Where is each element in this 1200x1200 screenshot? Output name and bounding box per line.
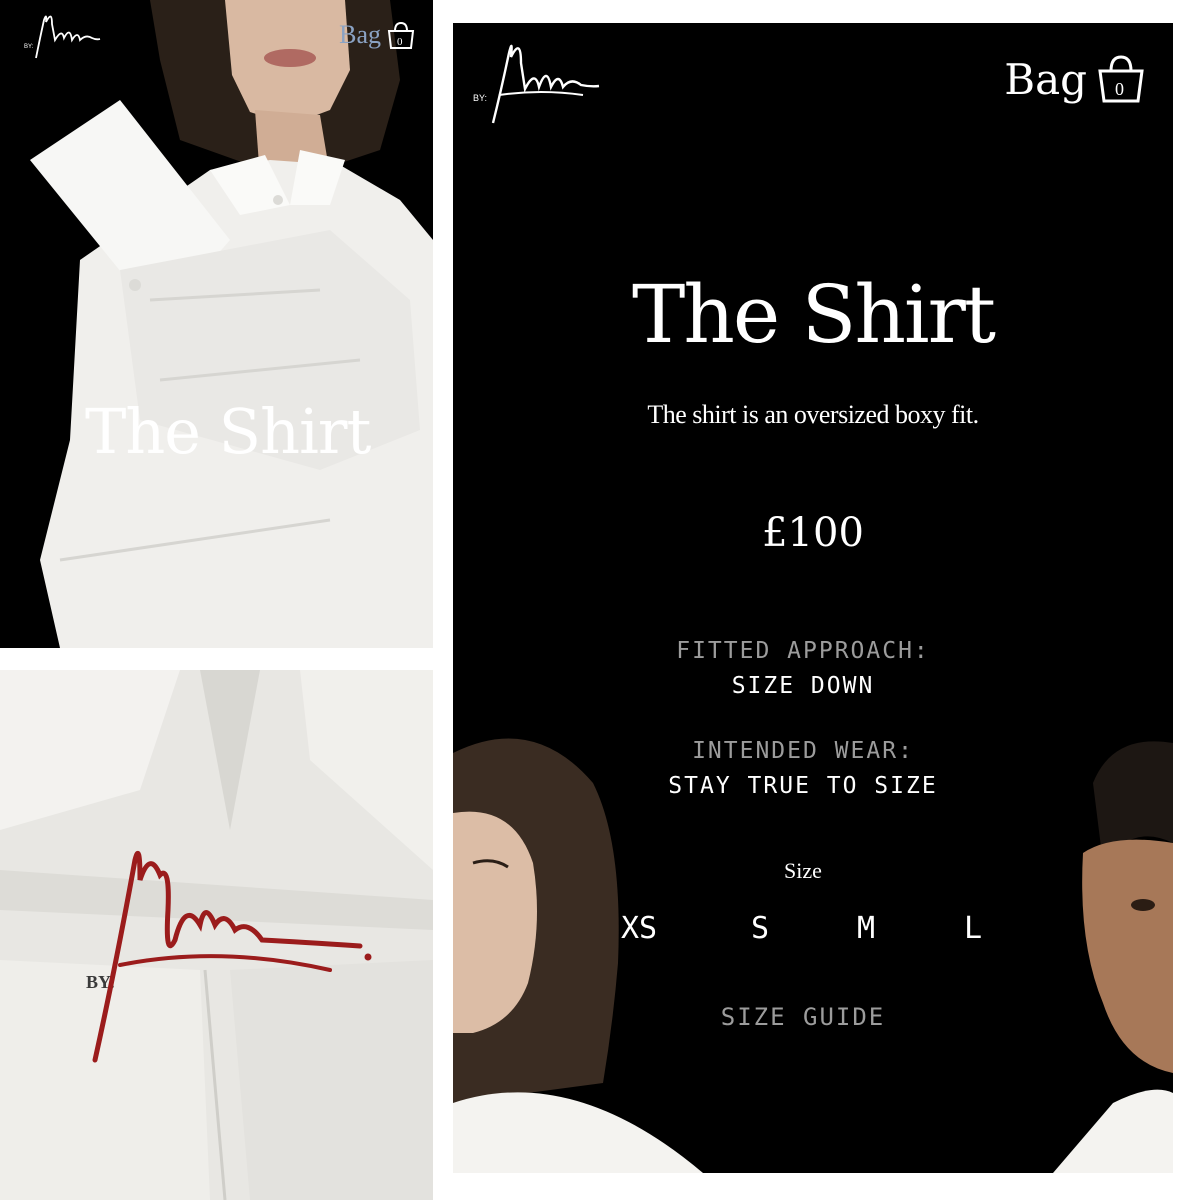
- bag-label: Bag: [1004, 54, 1087, 104]
- fitted-approach-label: FITTED APPROACH:: [676, 638, 930, 664]
- intended-wear-value: STAY TRUE TO SIZE: [668, 773, 938, 799]
- bag-icon: 0: [1098, 55, 1144, 103]
- svg-text:BY:: BY:: [473, 93, 487, 103]
- bag-icon: 0: [387, 21, 415, 49]
- svg-text:BY:: BY:: [24, 44, 34, 50]
- size-heading: Size: [784, 858, 822, 883]
- hero-image-panel: BY: The Shirt Bag 0: [0, 0, 433, 648]
- model-photo: [30, 0, 433, 648]
- product-title: The Shirt: [632, 268, 996, 361]
- bag-count: 0: [397, 36, 403, 48]
- product-price: £100: [762, 510, 864, 556]
- fitted-approach-value: SIZE DOWN: [731, 673, 875, 699]
- intended-wear-label: INTENDED WEAR:: [692, 738, 914, 764]
- size-option-s[interactable]: S: [751, 911, 769, 946]
- bag-count: 0: [1115, 79, 1124, 99]
- brand-logo-embroidered: BY:: [86, 850, 372, 1063]
- size-option-l[interactable]: L: [964, 911, 982, 946]
- bag-link[interactable]: Bag 0: [1004, 53, 1145, 105]
- brand-logo[interactable]: BY:: [22, 8, 107, 66]
- size-option-m[interactable]: M: [857, 911, 875, 946]
- brand-logo[interactable]: BY:: [471, 31, 611, 131]
- bag-link[interactable]: Bag 0: [339, 20, 415, 50]
- logo-closeup-panel: BY:: [0, 670, 433, 1200]
- hero-title: The Shirt: [85, 395, 371, 468]
- size-guide-link[interactable]: SIZE GUIDE: [453, 1003, 1153, 1031]
- size-option-xs[interactable]: XS: [621, 911, 657, 946]
- product-description: The shirt is an oversized boxy fit.: [647, 400, 979, 429]
- bag-label: Bag: [339, 20, 381, 49]
- product-detail-panel: BY: Bag 0 The Shirt The shirt is an over…: [453, 23, 1173, 1173]
